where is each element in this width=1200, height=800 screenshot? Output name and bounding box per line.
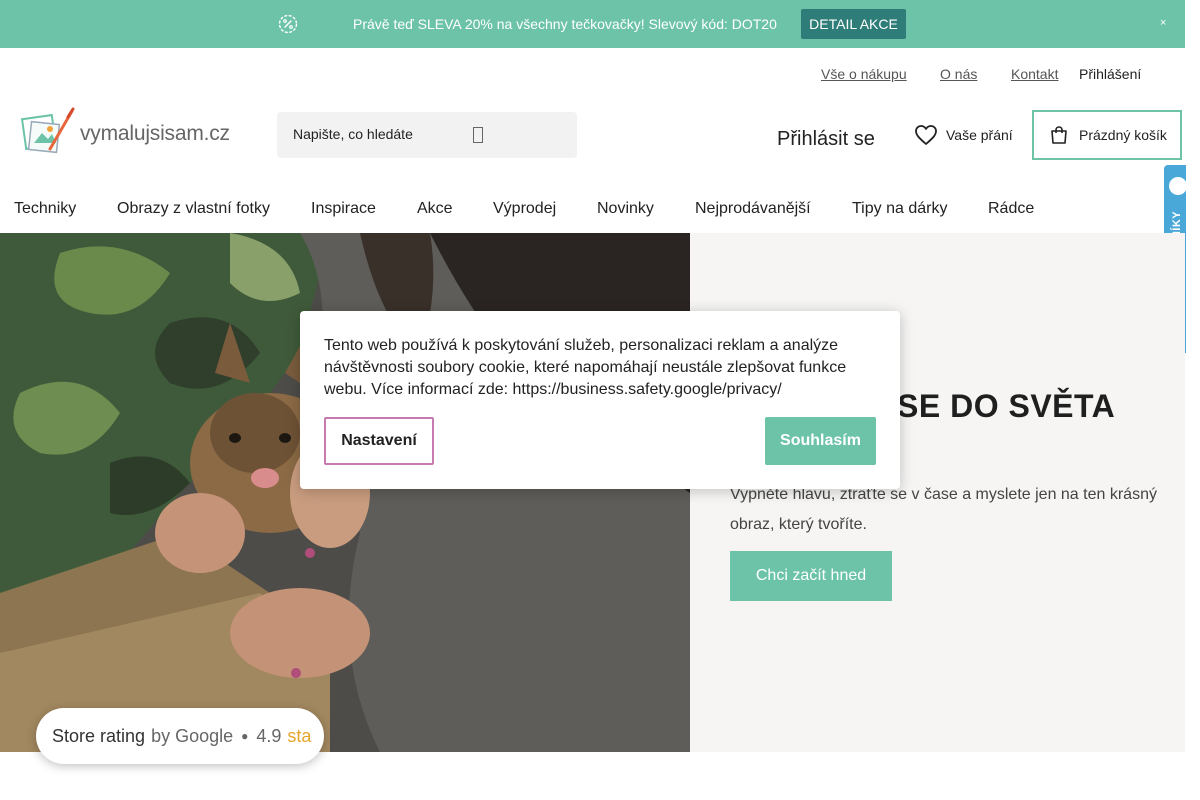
hero-subtitle: Vypněte hlavu, ztraťte se v čase a mysle… (730, 486, 1157, 533)
nav-item-novinky[interactable]: Novinky (597, 200, 654, 218)
cart-label: Prázdný košík (1079, 127, 1167, 143)
signin-link[interactable]: Přihlásit se (777, 128, 875, 151)
nav-item-inspirace[interactable]: Inspirace (311, 200, 376, 218)
logo[interactable]: vymalujsisam.cz (20, 106, 230, 162)
cookie-dialog: Tento web používá k poskytování služeb, … (300, 311, 900, 489)
hero-title: SE DO SVĚTA (897, 388, 1116, 424)
nav-item-nejprodavanejsi[interactable]: Nejprodávanější (695, 200, 811, 218)
main-nav: Techniky Obrazy z vlastní fotky Inspirac… (0, 200, 1185, 220)
search-input[interactable] (293, 126, 463, 142)
nav-item-radce[interactable]: Rádce (988, 200, 1034, 218)
rating-by-label: by Google (151, 725, 234, 746)
nav-item-obrazy-z-fotky[interactable]: Obrazy z vlastní fotky (117, 200, 270, 218)
search-box[interactable] (277, 112, 577, 158)
top-links: Vše o nákupu O nás Kontakt Přihlášení (0, 66, 1185, 84)
logo-text: vymalujsisam.cz (80, 122, 230, 145)
nav-item-techniky[interactable]: Techniky (14, 200, 76, 218)
rating-stars: sta (287, 725, 312, 746)
search-icon[interactable] (473, 127, 483, 143)
cookie-settings-button[interactable]: Nastavení (324, 417, 434, 465)
nav-item-akce[interactable]: Akce (417, 200, 453, 218)
cart-button[interactable]: Prázdný košík (1032, 110, 1182, 160)
nav-item-vyprodej[interactable]: Výprodej (493, 200, 556, 218)
promo-detail-button[interactable]: DETAIL AKCE (801, 9, 906, 39)
promo-text: Právě teď SLEVA 20% na všechny tečkovačk… (353, 16, 777, 32)
wishlist-label: Vaše přání (946, 127, 1013, 143)
wishlist-link[interactable]: Vaše přání (914, 124, 1013, 146)
hero-cta-button[interactable]: Chci začít hned (730, 551, 892, 601)
cookie-text: Tento web používá k poskytování služeb, … (324, 337, 847, 398)
heart-icon (915, 125, 937, 145)
rating-store-label: Store rating (52, 725, 146, 746)
close-icon[interactable]: × (1160, 17, 1166, 29)
contact-link[interactable]: Kontakt (1011, 66, 1058, 82)
login-link[interactable]: Přihlášení (1079, 66, 1141, 82)
promo-bar: Právě teď SLEVA 20% na všechny tečkovačk… (0, 0, 1185, 48)
nav-item-tipy-na-darky[interactable]: Tipy na dárky (852, 200, 947, 218)
rating-score: 4.9 (256, 725, 282, 746)
about-us-link[interactable]: O nás (940, 66, 977, 82)
palette-logo-icon (20, 107, 75, 154)
discount-icon (278, 14, 298, 34)
separator-dot: ● (241, 729, 249, 743)
cookie-accept-button[interactable]: Souhlasím (765, 417, 876, 465)
seal-icon (1169, 177, 1186, 195)
store-rating-widget[interactable]: Store rating by Google ● 4.9 sta (36, 708, 324, 764)
shopping-bag-icon (1051, 126, 1067, 144)
about-shopping-link[interactable]: Vše o nákupu (821, 66, 907, 82)
